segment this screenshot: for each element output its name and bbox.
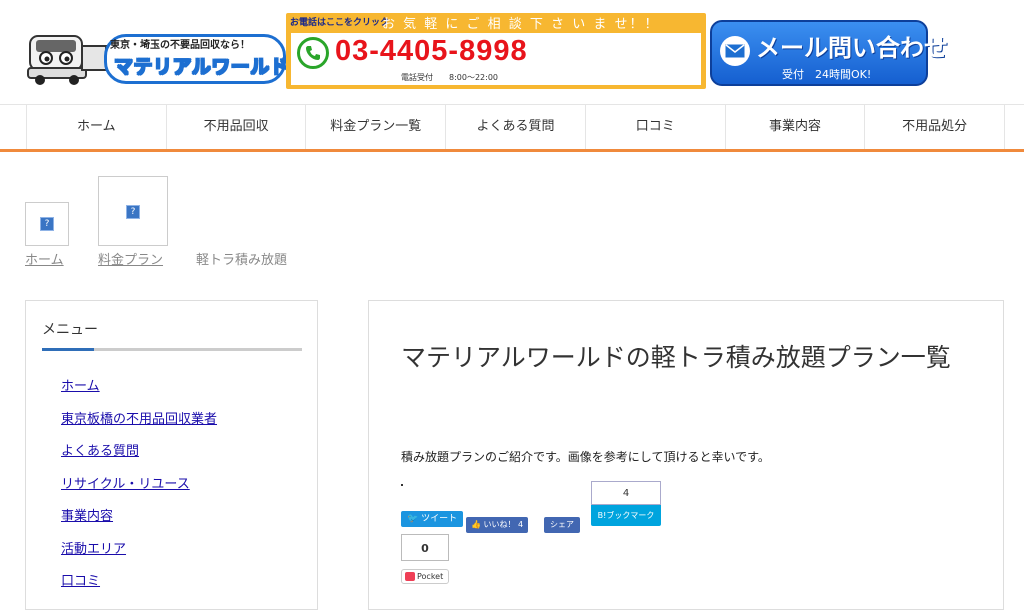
list-item: 東京板橋の不用品回収業者 <box>61 408 217 441</box>
breadcrumb-plan-broken-image: ? <box>98 176 168 246</box>
pocket-button-label: Pocket <box>417 572 444 581</box>
mail-inquiry-button[interactable]: メール問い合わせ 受付 24時間OK! <box>710 20 948 86</box>
list-item: 事業内容 <box>61 505 217 538</box>
nav-item-disposal[interactable]: 不用品処分 <box>865 105 1006 149</box>
sidebar-item-home[interactable]: ホーム <box>61 379 100 394</box>
sidebar-item-recycle[interactable]: リサイクル・リユース <box>61 477 190 492</box>
bullet-dot <box>401 484 403 486</box>
hatena-bookmark-button[interactable]: B!ブックマーク <box>591 505 661 526</box>
envelope-icon <box>720 36 750 66</box>
mail-button-label: メール問い合わせ <box>756 34 948 62</box>
page-title: マテリアルワールドの軽トラ積み放題プラン一覧 <box>401 343 951 372</box>
broken-image-icon: ? <box>126 205 140 219</box>
phone-number: 03-4405-8998 <box>335 35 528 67</box>
breadcrumb-home-link[interactable]: ホーム <box>25 249 64 268</box>
nav-item-junk-collection[interactable]: 不用品回収 <box>167 105 307 149</box>
sidebar-item-area[interactable]: 活動エリア <box>61 542 126 557</box>
facebook-share-button[interactable]: シェア <box>544 517 580 533</box>
logo-brand-name: マテリアルワールド <box>113 56 290 79</box>
logo-tagline: 東京・埼玉の不要品回収なら！ <box>110 40 250 51</box>
list-item: よくある質問 <box>61 440 217 473</box>
list-item: リサイクル・リユース <box>61 473 217 506</box>
breadcrumb-home-broken-image: ? <box>25 202 69 246</box>
pocket-button[interactable]: Pocket <box>401 569 449 584</box>
sidebar-title: メニュー <box>42 322 98 338</box>
like-button-label: いいね！ 4 <box>483 520 524 529</box>
nav-item-business[interactable]: 事業内容 <box>726 105 866 149</box>
breadcrumb-current: 軽トラ積み放題 <box>196 253 288 268</box>
thumbs-up-icon: 👍 <box>471 520 481 529</box>
intro-text: 積み放題プランのご紹介です。画像を参考にして頂けると幸いです。 <box>401 450 770 464</box>
phone-banner[interactable]: お電話はここをクリック お 気 軽 に ご 相 談 下 さ い ま せ！！ 03… <box>286 13 706 89</box>
phone-hours: 電話受付 8:00〜22:00 <box>401 73 499 82</box>
phone-icon <box>297 37 329 69</box>
phone-number-panel: 03-4405-8998 電話受付 8:00〜22:00 <box>291 33 701 85</box>
nav-item-price-plans[interactable]: 料金プラン一覧 <box>306 105 447 149</box>
sidebar-item-faq[interactable]: よくある質問 <box>61 444 139 459</box>
site-header: 東京・埼玉の不要品回収なら！ マテリアルワールド お電話はここをクリック お 気… <box>0 0 1024 104</box>
sidebar-item-business[interactable]: 事業内容 <box>61 509 113 524</box>
main-article: マテリアルワールドの軽トラ積み放題プラン一覧 積み放題プランのご紹介です。画像を… <box>368 300 1004 610</box>
mail-button-sub: 受付 24時間OK! <box>782 68 872 81</box>
truck-mascot-icon <box>27 35 107 85</box>
phone-message: お 気 軽 に ご 相 談 下 さ い ま せ！！ <box>382 17 660 32</box>
sidebar-list: ホーム 東京板橋の不用品回収業者 よくある質問 リサイクル・リユース 事業内容 … <box>61 375 217 603</box>
pocket-count: 0 <box>401 534 449 561</box>
list-item: ホーム <box>61 375 217 408</box>
sidebar-menu: メニュー ホーム 東京板橋の不用品回収業者 よくある質問 リサイクル・リユース … <box>25 300 318 610</box>
broken-image-icon: ? <box>40 217 54 231</box>
list-item: 活動エリア <box>61 538 217 571</box>
phone-click-hint: お電話はここをクリック <box>290 18 390 28</box>
nav-item-home[interactable]: ホーム <box>27 105 167 149</box>
hatena-bookmark-count: 4 <box>591 481 661 505</box>
global-nav: ホーム 不用品回収 料金プラン一覧 よくある質問 口コミ 事業内容 不用品処分 <box>0 104 1024 152</box>
site-logo[interactable]: 東京・埼玉の不要品回収なら！ マテリアルワールド <box>26 24 289 86</box>
pocket-icon <box>405 572 415 581</box>
list-item: 口コミ <box>61 570 217 603</box>
sidebar-underline-accent <box>42 348 94 351</box>
sidebar-item-itabashi[interactable]: 東京板橋の不用品回収業者 <box>61 412 217 427</box>
breadcrumb-plan-link[interactable]: 料金プラン <box>98 249 163 268</box>
facebook-like-button[interactable]: 👍 いいね！ 4 <box>466 517 529 533</box>
tweet-button[interactable]: 🐦 ツイート <box>401 511 464 527</box>
tweet-button-label: ツイート <box>421 514 458 524</box>
sidebar-item-reviews[interactable]: 口コミ <box>61 574 100 589</box>
nav-item-reviews[interactable]: 口コミ <box>586 105 726 149</box>
sidebar-title-underline <box>42 348 302 351</box>
twitter-bird-icon: 🐦 <box>407 514 419 524</box>
nav-item-faq[interactable]: よくある質問 <box>446 105 586 149</box>
